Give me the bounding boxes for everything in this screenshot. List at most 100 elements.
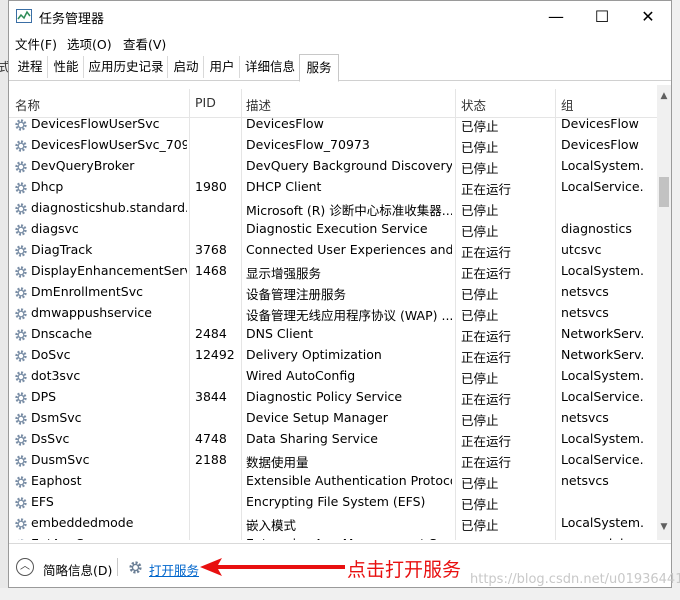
tab-details[interactable]: 详细信息 [241, 56, 299, 78]
annotation-text: 点击打开服务 [347, 559, 462, 581]
cell-group: diagnostics [561, 221, 632, 236]
column-header-description[interactable]: 描述 [246, 95, 271, 114]
desktop-edge-right [672, 0, 680, 600]
service-gear-icon [15, 476, 27, 488]
service-gear-icon [15, 329, 27, 341]
column-header-pid[interactable]: PID [195, 95, 216, 110]
column-header-group[interactable]: 组 [561, 95, 574, 114]
fewer-details-button[interactable]: 简略信息(D) [43, 560, 112, 579]
cell-name: diagsvc [31, 221, 79, 236]
chevron-up-icon[interactable]: ︿ [16, 558, 34, 576]
sort-ascending-icon: ^ [95, 85, 104, 92]
table-row[interactable]: diagsvc Diagnostic Execution Service 已停止 di… [9, 219, 657, 240]
tab-services[interactable]: 服务 [299, 54, 339, 82]
cell-group: netsvcs [561, 410, 609, 425]
open-services-link[interactable]: 打开服务 [149, 560, 199, 579]
tab-processes[interactable]: 进程 [13, 56, 48, 78]
cell-description: Wired AutoConfig [246, 368, 356, 383]
menu-view[interactable]: 查看(V) [123, 34, 166, 53]
cell-group: LocalSystem... [561, 263, 645, 278]
cell-description: Enterprise App Management Ser... [246, 536, 452, 540]
cell-description: DNS Client [246, 326, 314, 341]
cell-status: 已停止 [461, 140, 499, 155]
cell-name: dmwappushservice [31, 305, 152, 320]
service-gear-icon [15, 245, 27, 257]
annotation-arrow-icon [200, 558, 345, 576]
table-row[interactable]: Eaphost Extensible Authentication Protoco… [9, 471, 657, 492]
table-row[interactable]: dmwappushservice 设备管理无线应用程序协议 (WAP) ... 已停… [9, 303, 657, 324]
services-list[interactable]: ^ 名称 PID 描述 状态 组 DevicesFlowUserSvc Devic… [9, 85, 671, 540]
table-row[interactable]: DoSvc 12492 Delivery Optimization 正在运行 Netwo… [9, 345, 657, 366]
title-bar[interactable]: 任务管理器 — ☐ ✕ [9, 1, 671, 31]
cell-name: DsmSvc [31, 410, 82, 425]
cell-pid: 4748 [195, 431, 227, 446]
table-row[interactable]: dot3svc Wired AutoConfig 已停止 LocalSystem... [9, 366, 657, 387]
services-gear-icon[interactable] [128, 560, 143, 575]
cell-description: 嵌入模式 [246, 518, 297, 533]
background-window-edge: 式 [0, 0, 10, 600]
cell-name: diagnosticshub.standard... [31, 200, 187, 215]
table-row[interactable]: DevicesFlowUserSvc DevicesFlow 已停止 DevicesF… [9, 114, 657, 135]
table-row[interactable]: DiagTrack 3768 Connected User Experiences … [9, 240, 657, 261]
cell-status: 已停止 [461, 203, 499, 218]
cell-name: Dnscache [31, 326, 93, 341]
cell-status: 已停止 [461, 224, 499, 239]
scroll-thumb[interactable] [659, 177, 669, 207]
table-row[interactable]: DPS 3844 Diagnostic Policy Service 正在运行 Loca… [9, 387, 657, 408]
menu-options[interactable]: 选项(O) [67, 34, 112, 53]
cell-description: Connected User Experiences and... [246, 242, 452, 257]
cell-status: 已停止 [461, 518, 499, 533]
scroll-up-arrow-icon[interactable]: ▲ [657, 91, 671, 105]
table-row[interactable]: DsmSvc Device Setup Manager 已停止 netsvcs [9, 408, 657, 429]
cell-status: 正在运行 [461, 434, 512, 449]
table-row[interactable]: DisplayEnhancementServ... 1468 显示增强服务 正在运行 L… [9, 261, 657, 282]
service-gear-icon [18, 539, 24, 540]
cell-name: DmEnrollmentSvc [31, 284, 143, 299]
cell-group: netsvcs [561, 473, 609, 488]
table-row[interactable]: diagnosticshub.standard... Microsoft (R) … [9, 198, 657, 219]
cell-status: 已停止 [461, 476, 499, 491]
desktop-edge-bottom [0, 588, 680, 600]
cell-pid: 2484 [195, 326, 227, 341]
cell-status: 正在运行 [461, 392, 512, 407]
tab-users[interactable]: 用户 [205, 56, 240, 78]
cell-name: Eaphost [31, 473, 82, 488]
tab-startup[interactable]: 启动 [169, 56, 204, 78]
column-header-name[interactable]: 名称 [15, 95, 40, 114]
table-row[interactable]: EFS Encrypting File System (EFS) 已停止 [9, 492, 657, 513]
service-gear-icon [15, 140, 27, 152]
cell-description: DevQuery Background Discovery... [246, 158, 452, 173]
table-row[interactable]: DmEnrollmentSvc 设备管理注册服务 已停止 netsvcs [9, 282, 657, 303]
table-row[interactable]: DevQueryBroker DevQuery Background Discov… [9, 156, 657, 177]
close-button[interactable]: ✕ [625, 1, 671, 31]
service-gear-icon [15, 266, 27, 278]
table-row[interactable]: EntAppSvc Enterprise App Management Ser..… [9, 534, 657, 540]
cell-description: DevicesFlow [246, 116, 324, 131]
maximize-button[interactable]: ☐ [579, 1, 625, 31]
table-row[interactable]: Dnscache 2484 DNS Client 正在运行 NetworkServ... [9, 324, 657, 345]
table-row[interactable]: DsSvc 4748 Data Sharing Service 正在运行 LocalSy… [9, 429, 657, 450]
scroll-down-arrow-icon[interactable]: ▼ [657, 522, 671, 536]
watermark: https://blog.csdn.net/u01936441554 [470, 572, 680, 587]
cell-name: EFS [31, 494, 54, 509]
table-row[interactable]: embeddedmode 嵌入模式 已停止 LocalSystem... [9, 513, 657, 534]
cell-name: DevQueryBroker [31, 158, 135, 173]
column-header-status[interactable]: 状态 [461, 95, 486, 114]
cell-group: DevicesFlow [561, 137, 639, 152]
cell-status: 已停止 [461, 536, 549, 540]
cell-group: LocalService... [561, 452, 645, 467]
table-row[interactable]: Dhcp 1980 DHCP Client 正在运行 LocalService... [9, 177, 657, 198]
cell-description: Data Sharing Service [246, 431, 378, 446]
tab-app-history[interactable]: 应用历史记录 [85, 56, 168, 78]
cell-description: Delivery Optimization [246, 347, 382, 362]
vertical-scrollbar[interactable]: ▲ ▼ [657, 85, 671, 540]
table-row[interactable]: DevicesFlowUserSvc_709... DevicesFlow_709… [9, 135, 657, 156]
menu-file[interactable]: 文件(F) [15, 34, 57, 53]
cell-group: LocalService... [561, 389, 645, 404]
cell-group: netsvcs [561, 284, 609, 299]
tab-performance[interactable]: 性能 [49, 56, 84, 78]
cell-name: DevicesFlowUserSvc_709... [31, 137, 187, 152]
minimize-button[interactable]: — [533, 1, 579, 31]
table-row[interactable]: DusmSvc 2188 数据使用量 正在运行 LocalService... [9, 450, 657, 471]
cell-description: Extensible Authentication Protocol [246, 473, 452, 488]
